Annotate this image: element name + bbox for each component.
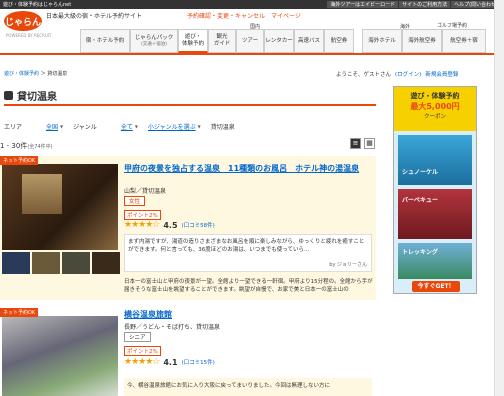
get-coupon-button[interactable]: 今すぐGET！	[412, 281, 460, 292]
nav-guide[interactable]: 観光 ガイド	[208, 29, 236, 53]
nav-ov-air[interactable]: 海外航空券	[402, 29, 442, 53]
banner-label: バーベキュー	[402, 197, 439, 204]
nav-ov-package[interactable]: 航空券＋宿	[442, 29, 486, 53]
point-badge: ポイント2%	[124, 346, 161, 356]
listing-title[interactable]: 甲府の夜景を独占する温泉 11種類のお風呂 ホテル神の湯温泉	[124, 164, 370, 174]
genre-label: ジャンル	[73, 123, 97, 131]
review-author: by ジョリーさん	[329, 261, 367, 268]
jalan-logo[interactable]: じゃらん	[4, 11, 42, 31]
thumbnail[interactable]	[62, 252, 90, 274]
rating-score: 4.1	[163, 357, 178, 367]
nav-activity[interactable]: 遊び・ 体験予約	[178, 29, 208, 53]
area-select[interactable]: 全国	[46, 122, 58, 131]
listing-location: 山梨／貸切温泉	[124, 188, 167, 195]
banner-header: 遊び・体験予約 最大5,000円 クーポン	[394, 87, 476, 131]
subgenre-select[interactable]: 小ジャンルを選ぶ	[148, 122, 196, 131]
nav-bus[interactable]: 高速バス	[294, 29, 324, 53]
logo-subtitle: POWERED BY RECRUIT	[6, 33, 52, 38]
listing-description: 日本一の富士山と甲府の夜景が一望。全館より一望できる一軒宿。甲府より15分程の。…	[124, 279, 373, 294]
breadcrumb-root[interactable]: 遊び・体験予約	[4, 71, 39, 77]
star-icons: ★★★★☆	[124, 220, 160, 230]
top-link-usage[interactable]: サイトのご利用方法	[399, 1, 451, 8]
nav-rentacar[interactable]: レンタカー	[264, 29, 294, 53]
net-booking-badge: ネット予約OK	[0, 308, 39, 317]
top-bar-text: 遊び・体験予約はじゃらんnet	[3, 2, 72, 8]
snorkel-image	[398, 135, 472, 185]
filter-bar: エリア 全国 ▼ ジャンル 全て ▼ 小ジャンルを選ぶ ▼ 貸切温泉	[4, 120, 235, 132]
top-link-abroad[interactable]: 海外ツアーはエイビーロード	[327, 1, 399, 8]
site-tagline: 日本最大級の宿・ホテル予約サイト	[46, 13, 143, 20]
review-snippet: まず内湯ですが、湯道の造りさまざまなお風呂を順に楽しみながら、ゆっくりと疲れを癒…	[124, 234, 372, 272]
star-icons: ★★★★☆	[124, 357, 160, 367]
scrollbar[interactable]	[494, 0, 504, 396]
nav-air[interactable]: 航空券	[324, 29, 354, 53]
chevron-down-icon: ▼	[134, 123, 138, 129]
photo-thumbnails	[2, 252, 120, 274]
welcome-area: ようこそ、ゲストさん (ログイン) 新規会員登録	[336, 70, 458, 78]
login-link[interactable]: (ログイン)	[395, 72, 421, 78]
banner-label: シュノーケル	[402, 169, 439, 176]
rating: ★★★★☆ 4.5 (口コミ58件)	[124, 220, 215, 230]
listing-photo[interactable]	[2, 316, 118, 396]
main-nav: 宿・ホテル予約 じゃらんパック (交通＋宿泊) 遊び・ 体験予約 観光 ガイド ツアー…	[80, 29, 354, 53]
coupon-banner[interactable]: 遊び・体験予約 最大5,000円 クーポン シュノーケル バーベキュー トレッキ…	[393, 86, 477, 294]
nav-ov-hotel[interactable]: 海外ホテル	[362, 29, 402, 53]
chevron-down-icon: ▼	[197, 123, 201, 129]
breadcrumb-current: 貸切温泉	[47, 71, 68, 77]
genre-select[interactable]: 全て	[121, 122, 133, 131]
nav-underline	[0, 53, 504, 55]
register-link[interactable]: 新規会員登録	[425, 72, 458, 78]
target-tag: 女性	[124, 196, 146, 206]
banner-label: トレッキング	[402, 249, 438, 256]
current-genre: 貸切温泉	[210, 123, 235, 131]
top-bar-links: 海外ツアーはエイビーロード サイトのご利用方法 ヘルプ(問い合わせ)	[327, 1, 501, 8]
net-booking-badge: ネット予約OK	[0, 156, 39, 165]
top-bar: 遊び・体験予約はじゃらんnet 海外ツアーはエイビーロード サイトのご利用方法 …	[0, 0, 504, 9]
thumbnail[interactable]	[32, 252, 60, 274]
welcome-text: ようこそ、ゲストさん	[336, 72, 392, 78]
listing-title[interactable]: 横谷温泉旅館	[124, 310, 370, 320]
nav-tour[interactable]: ツアー	[236, 29, 264, 53]
result-count: 1 - 30件(全74件中)	[0, 142, 53, 150]
review-count-link[interactable]: (口コミ15件)	[182, 358, 215, 366]
point-badge: ポイント2%	[124, 210, 161, 220]
golf-link[interactable]: ゴルフ場予約	[437, 22, 467, 29]
nav-package[interactable]: じゃらんパック (交通＋宿泊)	[130, 29, 178, 53]
page-title: 貸切温泉	[4, 86, 376, 106]
chevron-down-icon: ▼	[60, 123, 64, 129]
area-label: エリア	[4, 123, 23, 131]
target-tag: シニア	[124, 332, 151, 342]
review-snippet: 今、横谷温泉旅館にお気に入り大阪に戻ってまいりました。今回は無理しない方に	[124, 378, 372, 396]
review-count-link[interactable]: (口コミ58件)	[182, 221, 215, 229]
thumbnail[interactable]	[92, 252, 120, 274]
hot-spring-icon	[4, 90, 13, 100]
list-view-icon[interactable]: ≡	[350, 138, 361, 149]
overseas-nav: 海外ホテル 海外航空券 航空券＋宿	[362, 29, 486, 53]
nav-hotel[interactable]: 宿・ホテル予約	[80, 29, 130, 53]
rating-score: 4.5	[163, 220, 178, 230]
grid-view-icon[interactable]: ▦	[364, 138, 375, 149]
listing-location: 長野／うどん・そば打ち、貸切温泉	[124, 324, 221, 331]
breadcrumb: 遊び・体験予約 ＞ 貸切温泉	[4, 71, 68, 77]
rating: ★★★★☆ 4.1 (口コミ15件)	[124, 357, 215, 367]
account-links[interactable]: 予約確認・変更・キャンセル マイページ	[187, 11, 301, 20]
listing-photo[interactable]	[2, 164, 118, 250]
thumbnail[interactable]	[2, 252, 30, 274]
